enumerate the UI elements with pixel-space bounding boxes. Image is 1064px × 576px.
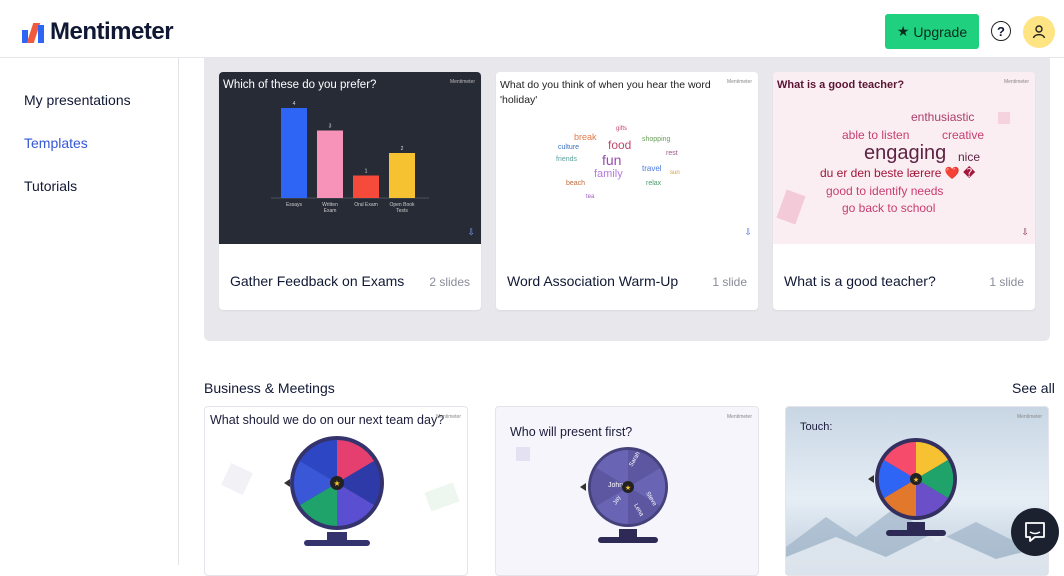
template-title: What is a good teacher?: [784, 273, 936, 289]
word-cloud-word: food: [608, 138, 632, 152]
chart-category-label: Tests: [396, 208, 408, 214]
person-icon: ⇩: [744, 227, 752, 237]
decor-shape: [221, 463, 253, 495]
bar-chart: 4Essays3WrittenExam1Oral Exam2Open BookT…: [271, 101, 429, 214]
slide-count: 1 slide: [989, 275, 1024, 289]
top-bar: Mentimeter ★ Upgrade ?: [0, 0, 1064, 58]
svg-text:★: ★: [625, 484, 631, 492]
slide-question: Who will present first?: [510, 425, 633, 439]
template-card[interactable]: Who will present first? Mentimeter John …: [495, 406, 759, 576]
upgrade-label: Upgrade: [913, 23, 968, 40]
template-thumbnail: Which of these do you prefer? Mentimeter…: [219, 72, 481, 244]
mentimeter-brand-mini: Mentimeter: [1016, 414, 1042, 420]
chart-bar: [281, 108, 307, 198]
word-cloud-word: du er den beste lærere ❤️ �: [820, 166, 976, 180]
template-title: Word Association Warm-Up: [507, 273, 679, 289]
chart-category-label: Essays: [286, 202, 303, 208]
upgrade-button[interactable]: ★ Upgrade: [885, 14, 979, 49]
question-circle-icon[interactable]: ?: [991, 21, 1011, 41]
word-cloud-word: able to listen: [842, 128, 910, 142]
word-cloud-word: tea: [586, 194, 595, 200]
decor-shape: [516, 447, 530, 461]
chart-bar: [317, 130, 343, 198]
main-content: Which of these do you prefer? Mentimeter…: [180, 58, 1064, 576]
star-icon: ★: [896, 23, 910, 39]
template-thumbnail: What do you think of when you hear the w…: [496, 72, 758, 244]
word-cloud-word: travel: [642, 164, 662, 173]
see-all-link[interactable]: See all: [1012, 380, 1055, 396]
slide-question: What should we do on our next team day?: [210, 413, 445, 427]
word-cloud: enthusiastic able to listen creative eng…: [773, 72, 1035, 244]
chart-bar: [389, 153, 415, 198]
app-name: Mentimeter: [50, 18, 174, 45]
chart-category-label: Exam: [324, 208, 337, 214]
template-card[interactable]: What should we do on our next team day? …: [204, 406, 468, 576]
word-cloud-word: break: [574, 132, 597, 142]
section-title: Business & Meetings: [204, 380, 335, 396]
template-card[interactable]: What is a good teacher? Mentimeter enthu…: [773, 72, 1035, 310]
sidebar-item-my-presentations[interactable]: My presentations: [24, 92, 131, 108]
slide-count: 1 slide: [712, 275, 747, 289]
word-cloud-word: sun: [670, 170, 680, 176]
template-card[interactable]: Touch: Mentimeter ★: [785, 406, 1049, 576]
slide-count: 2 slides: [429, 275, 470, 289]
mentimeter-brand-mini: Mentimeter: [726, 414, 752, 420]
chat-bubble-icon[interactable]: [1011, 508, 1059, 556]
word-cloud-word: go back to school: [842, 201, 936, 215]
mentimeter-logo[interactable]: Mentimeter: [22, 18, 174, 46]
slide-question: Touch:: [800, 421, 833, 433]
person-icon: ⇩: [1021, 227, 1029, 237]
template-title: Gather Feedback on Exams: [230, 273, 405, 289]
word-cloud-word: culture: [558, 144, 580, 151]
word-cloud-word: rest: [666, 150, 678, 157]
word-cloud-word: good to identify needs: [826, 184, 944, 198]
word-cloud: food fun family travel break shopping fr…: [546, 114, 706, 219]
chart-value-label: 2: [401, 146, 404, 152]
person-icon: ⇩: [467, 227, 475, 237]
word-cloud-word: beach: [566, 180, 586, 187]
mentimeter-brand-mini: Mentimeter: [435, 414, 461, 420]
spinner-wheel: ★: [284, 436, 384, 546]
template-card[interactable]: Which of these do you prefer? Mentimeter…: [219, 72, 481, 310]
spinner-wheel: John Sarah Steve Lena Jay ★: [580, 447, 668, 543]
word-cloud-word: friends: [556, 156, 578, 163]
wheel-name: John: [608, 482, 623, 489]
slide-question: What do you think of when you hear the w…: [500, 79, 711, 106]
word-cloud-word: engaging: [864, 142, 947, 164]
word-cloud-word: family: [594, 168, 623, 180]
featured-templates-panel: Which of these do you prefer? Mentimeter…: [204, 58, 1050, 341]
chart-category-label: Oral Exam: [354, 202, 378, 208]
word-cloud-word: creative: [942, 128, 985, 142]
sidebar-item-tutorials[interactable]: Tutorials: [24, 178, 77, 194]
chart-value-label: 1: [365, 169, 368, 175]
logo-icon: [22, 21, 44, 43]
word-cloud-word: fun: [602, 152, 622, 168]
svg-text:★: ★: [913, 476, 919, 484]
word-cloud-word: nice: [958, 150, 981, 164]
chart-bar: [353, 175, 379, 198]
word-cloud-word: enthusiastic: [911, 110, 975, 124]
spinner-wheel: ★: [868, 438, 957, 536]
decor-shape: [424, 482, 460, 512]
word-cloud-word: relax: [646, 180, 662, 187]
sidebar: My presentations Templates Tutorials: [0, 58, 179, 565]
user-icon[interactable]: [1023, 16, 1055, 48]
word-cloud-word: gifts: [616, 126, 628, 132]
chart-value-label: 3: [329, 124, 332, 130]
svg-text:★: ★: [333, 479, 340, 488]
sidebar-item-templates[interactable]: Templates: [24, 135, 88, 151]
word-cloud-word: shopping: [642, 136, 671, 143]
mentimeter-brand-mini: Mentimeter: [726, 79, 752, 85]
template-thumbnail: What is a good teacher? Mentimeter enthu…: [773, 72, 1035, 244]
template-card[interactable]: What do you think of when you hear the w…: [496, 72, 758, 310]
chart-value-label: 4: [293, 101, 296, 107]
